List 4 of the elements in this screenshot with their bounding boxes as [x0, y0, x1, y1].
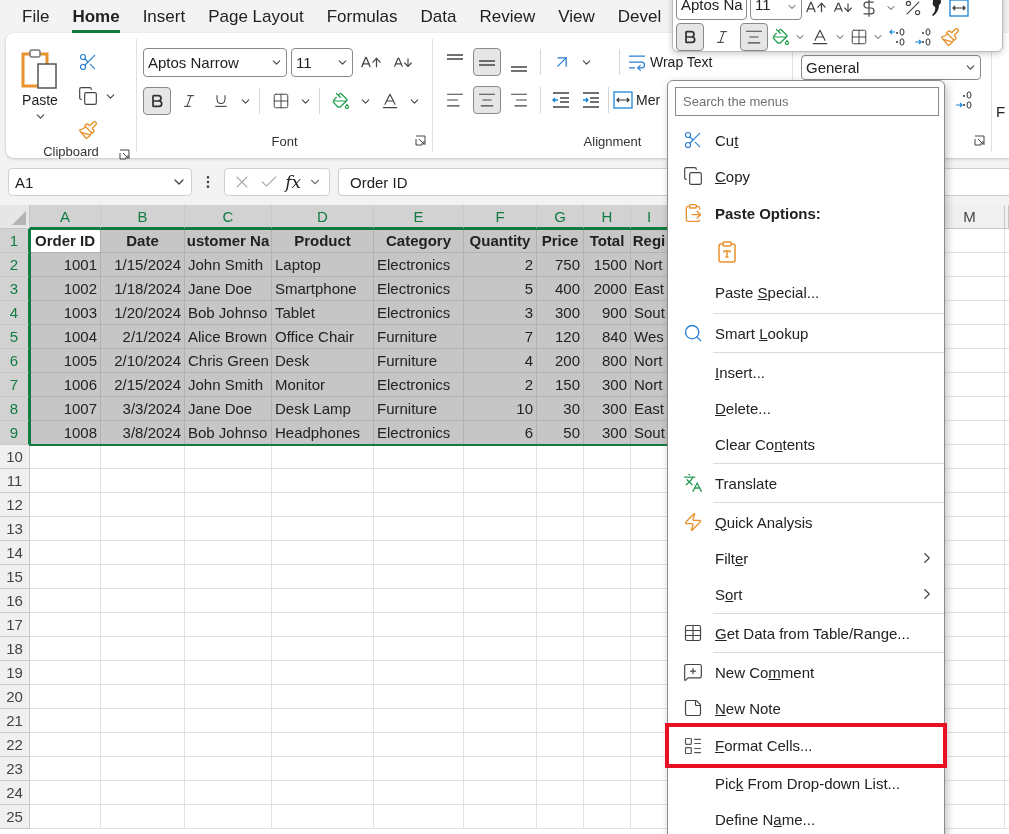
- group-label: Alignment: [583, 133, 642, 149]
- section-heading: Paste Options:: [715, 204, 821, 222]
- group-label: Clipboard: [43, 144, 99, 159]
- group-label: Font: [271, 133, 298, 149]
